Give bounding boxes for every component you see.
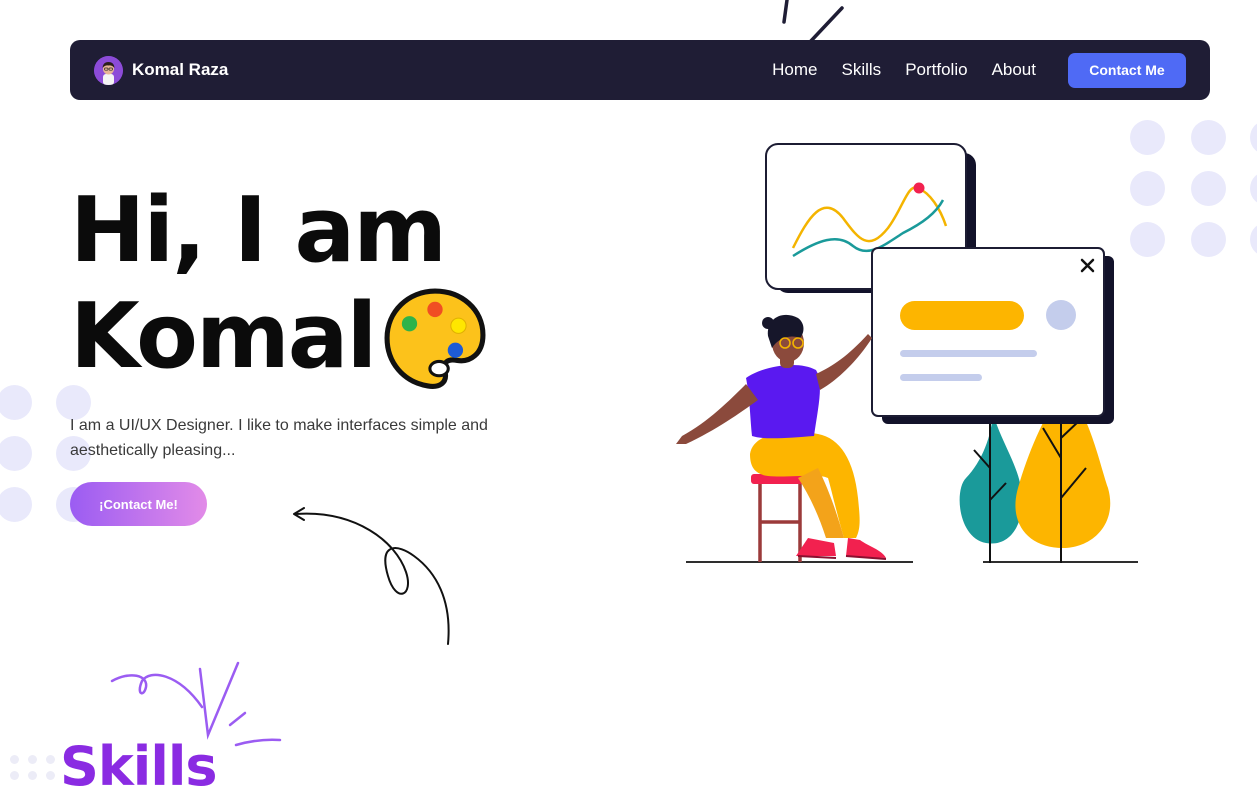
curly-arrow-decoration [293,507,450,645]
avatar [94,55,123,85]
top-decoration-strokes [782,0,844,44]
nav-links: Home Skills Portfolio About Contact Me [772,52,1186,88]
artist-palette-icon [384,288,486,389]
brand-link[interactable]: Komal Raza [94,55,229,85]
hero-title-line2: Komal [70,284,377,389]
nav-link-about[interactable]: About [992,60,1036,80]
hero-description: I am a UI/UX Designer. I like to make in… [70,417,488,459]
navbar: Komal Raza Home Skills Portfolio About C… [70,40,1210,100]
hero-title-line1: Hi, I am [70,178,447,283]
nav-link-portfolio[interactable]: Portfolio [905,60,967,80]
brand-name: Komal Raza [132,60,229,79]
designer-illustration [676,143,1138,563]
nav-contact-button[interactable]: Contact Me [1068,52,1186,88]
skills-heading: Skills [60,735,217,798]
nav-link-skills[interactable]: Skills [842,60,882,80]
nav-link-home[interactable]: Home [772,60,817,80]
hero-contact-button[interactable]: ¡Contact Me! [70,482,207,526]
